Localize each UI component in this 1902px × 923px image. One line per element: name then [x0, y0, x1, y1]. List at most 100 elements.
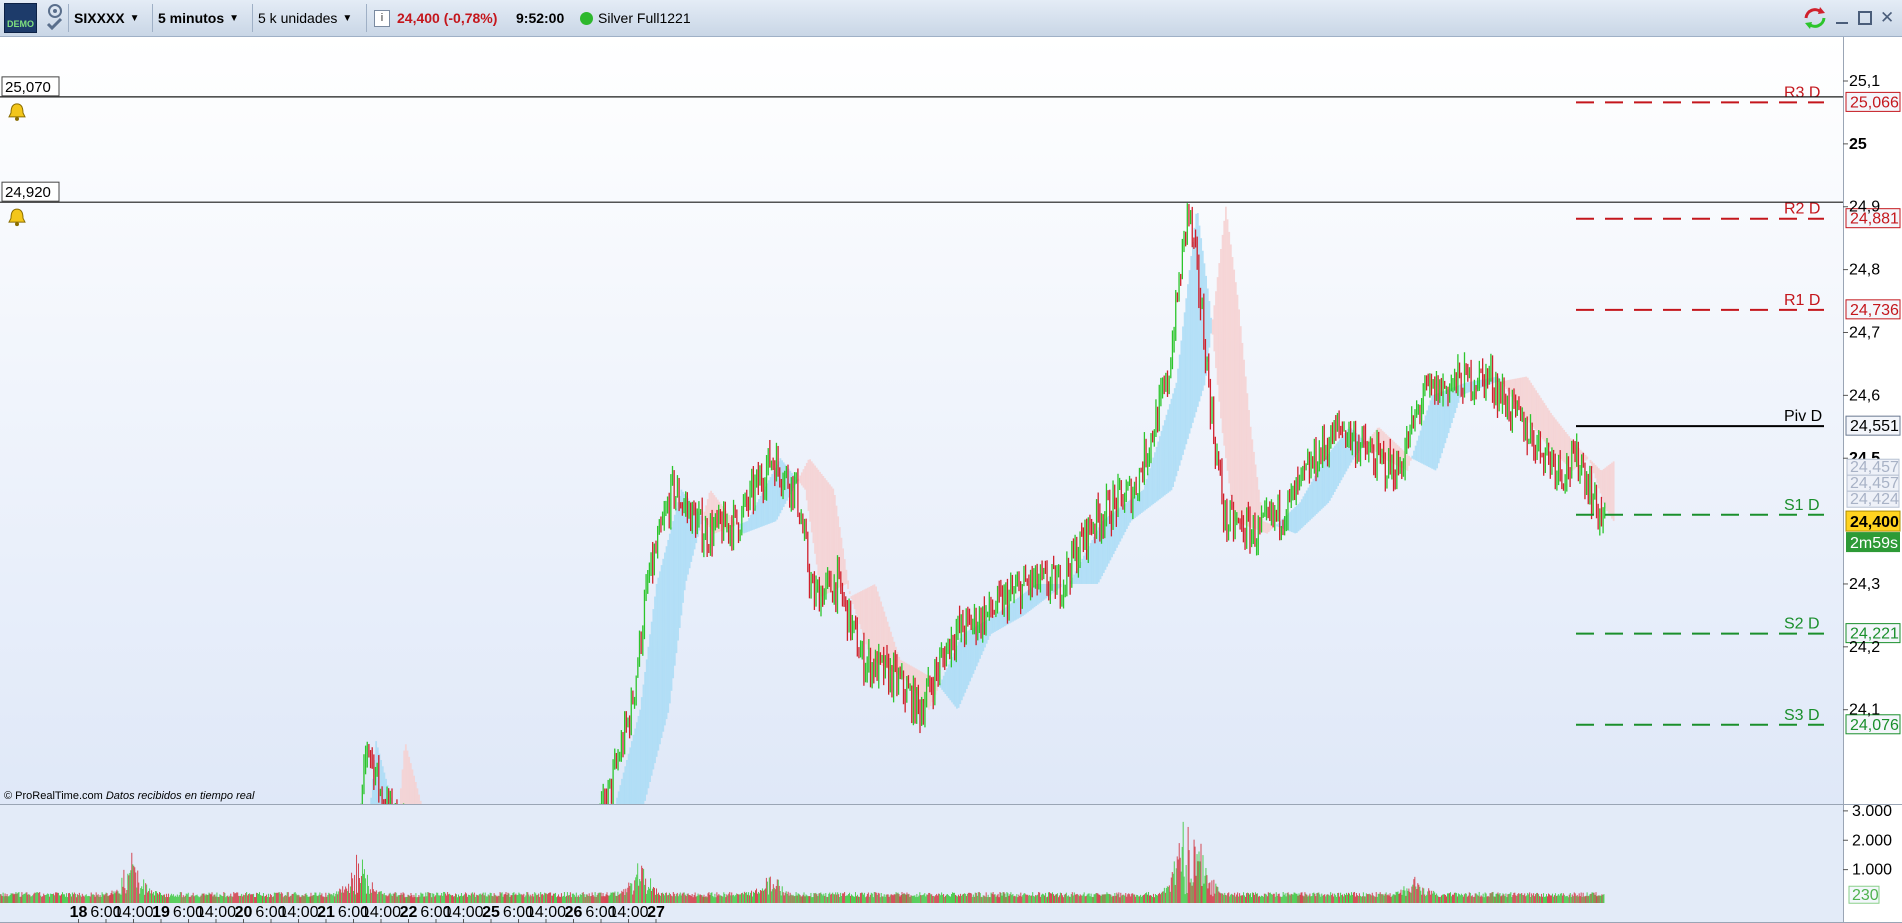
cloud-slice: [408, 756, 411, 804]
svg-text:Piv D: Piv D: [1784, 408, 1822, 425]
cloud-slice: [1314, 475, 1316, 516]
cloud-slice: [1177, 368, 1179, 471]
cloud-slice: [751, 511, 754, 531]
cloud-slice: [1297, 503, 1300, 532]
cloud-slice: [659, 571, 661, 745]
cloud-slice: [652, 609, 655, 770]
cloud-slice: [1338, 439, 1341, 484]
cloud-slice: [1223, 220, 1226, 446]
cloud-slice: [857, 592, 859, 620]
cloud-slice: [626, 759, 628, 804]
minimize-icon[interactable]: [1836, 0, 1848, 36]
cloud-slice: [1563, 429, 1566, 463]
cloud-slice: [1188, 270, 1191, 434]
cloud-slice: [1228, 231, 1231, 484]
instrument-selector[interactable]: SIXXXX ▼: [74, 0, 140, 36]
cloud-slice: [1015, 599, 1018, 620]
cloud-slice: [1320, 464, 1323, 510]
cloud-slice: [1221, 234, 1224, 434]
cloud-slice: [1556, 421, 1559, 456]
cloud-slice: [1010, 602, 1013, 623]
close-icon[interactable]: ✕: [1880, 0, 1894, 36]
cloud-slice: [1193, 227, 1196, 418]
cloud-slice: [419, 800, 422, 804]
cloud-slice: [842, 548, 844, 586]
cloud-slice: [1192, 241, 1194, 423]
svg-text:2m59s: 2m59s: [1850, 535, 1898, 552]
cloud-slice: [957, 641, 960, 708]
cloud-slice: [1012, 601, 1014, 622]
timeframe-selector[interactable]: 5 minutos ▼: [158, 0, 239, 36]
x-tick-label: 14:00: [361, 904, 401, 921]
sync-icon[interactable]: [1802, 0, 1828, 36]
cloud-slice: [744, 521, 747, 533]
cloud-slice: [1211, 319, 1214, 335]
account-label: Silver Full1221: [598, 10, 691, 26]
cloud-slice: [1465, 382, 1468, 394]
svg-text:R1 D: R1 D: [1784, 292, 1820, 309]
cloud-slice: [845, 569, 848, 584]
cloud-slice: [1213, 305, 1216, 352]
units-selector[interactable]: 5 k unidades ▼: [258, 0, 352, 36]
maximize-icon[interactable]: [1858, 0, 1872, 36]
volume-tick-label: 1.000: [1852, 862, 1892, 879]
timeframe-label: 5 minutos: [158, 10, 225, 26]
cloud-slice: [1419, 430, 1422, 463]
cloud-slice: [650, 621, 653, 776]
y-tick-label: 24,1: [1849, 702, 1880, 719]
cloud-slice: [1330, 449, 1333, 498]
units-label: 5 k unidades: [258, 10, 338, 26]
cloud-slice: [662, 558, 665, 732]
cloud-slice: [989, 618, 991, 637]
cloud-slice: [1299, 502, 1302, 530]
cloud-slice: [1083, 555, 1085, 584]
cloud-slice: [952, 653, 955, 705]
cloud-slice: [970, 628, 973, 678]
cloud-slice: [621, 778, 623, 804]
cloud-slice: [414, 781, 417, 804]
cloud-slice: [812, 463, 815, 544]
cloud-slice: [667, 539, 670, 713]
price-change: 24,400 (-0,78%): [397, 10, 498, 26]
instrument-label: SIXXXX: [74, 10, 125, 26]
cloud-slice: [1147, 473, 1150, 508]
cloud-slice: [1041, 583, 1044, 601]
cloud-slice: [657, 577, 660, 751]
cloud-slice: [617, 791, 620, 804]
cloud-slice: [1025, 591, 1028, 614]
cloud-slice: [1555, 419, 1557, 455]
cloud-slice: [1276, 524, 1278, 527]
cloud-slice: [860, 591, 863, 630]
cloud-slice: [631, 741, 633, 804]
chevron-down-icon: ▼: [342, 12, 353, 24]
cloud-slice: [1216, 277, 1219, 385]
cloud-slice: [810, 461, 813, 533]
cloud-slice: [1423, 420, 1425, 465]
cloud-slice: [1154, 452, 1156, 503]
cloud-slice: [997, 612, 1000, 631]
x-tick-label: 19: [152, 904, 170, 921]
cloud-slice: [1551, 415, 1554, 451]
cloud-slice: [649, 634, 651, 782]
connection-icon[interactable]: [44, 0, 66, 36]
cloud-slice: [370, 797, 373, 804]
cloud-slice: [1414, 445, 1417, 461]
cloud-slice: [632, 734, 635, 804]
cloud-slice: [1190, 256, 1193, 429]
cloud-slice: [1127, 500, 1130, 526]
cloud-slice: [959, 638, 962, 705]
info-icon[interactable]: i: [374, 0, 390, 36]
cloud-slice: [1432, 394, 1435, 470]
cloud-slice: [418, 794, 420, 804]
cloud-slice: [1220, 248, 1222, 419]
countdown-label: 2m59s: [1846, 532, 1900, 553]
chart-area[interactable]: R3 D25,066R2 D24,881R1 D24,736Piv D24,55…: [0, 37, 1902, 923]
overlay-axis-label: 24,457: [1846, 474, 1900, 492]
cloud-slice: [1215, 291, 1217, 369]
cloud-slice: [1155, 446, 1158, 502]
cloud-slice: [814, 465, 816, 554]
cloud-slice: [847, 580, 849, 589]
cloud-slice: [411, 769, 414, 804]
y-tick-label: 24,8: [1849, 262, 1880, 279]
cloud-slice: [1431, 395, 1434, 469]
